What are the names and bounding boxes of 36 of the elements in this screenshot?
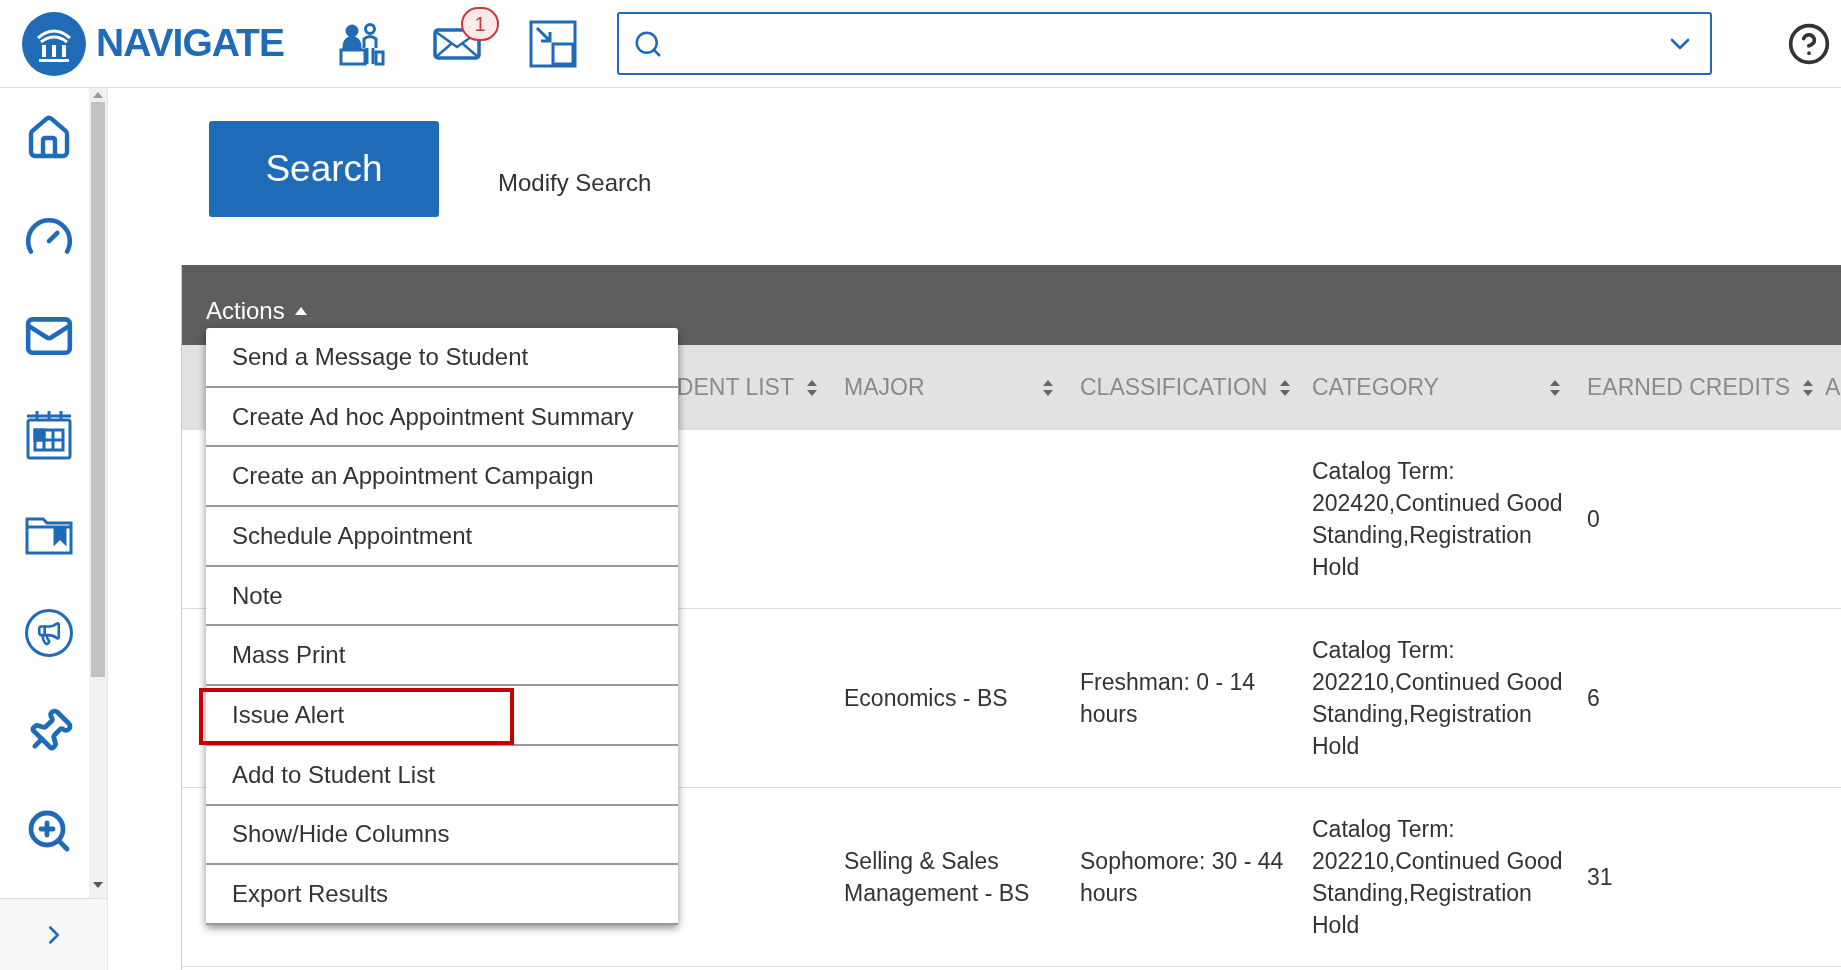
menu-item[interactable]: Note <box>206 566 678 627</box>
minimize-window-icon[interactable] <box>528 19 577 68</box>
menu-item[interactable]: Export Results <box>206 865 678 925</box>
sort-icon[interactable] <box>1549 378 1561 397</box>
modify-search-link[interactable]: Modify Search <box>498 164 652 201</box>
caret-icon <box>294 307 307 315</box>
table-cell: 0 <box>1587 506 1600 532</box>
scroll-down-icon[interactable] <box>93 882 103 888</box>
menu-item[interactable]: Show/Hide Columns <box>206 805 678 866</box>
table-cell: Selling & Sales Management - BS <box>844 848 1030 906</box>
menu-item[interactable]: Issue Alert <box>206 686 678 746</box>
sort-icon[interactable] <box>1042 378 1054 397</box>
advisor-student-icon[interactable] <box>338 21 385 66</box>
menu-item[interactable]: Mass Print <box>206 626 678 687</box>
table-cell: 31 <box>1587 864 1613 890</box>
app-logo-text: NAVIGATE <box>96 20 284 67</box>
search-field[interactable] <box>616 12 1712 75</box>
menu-item[interactable]: Add to Student List <box>206 745 678 806</box>
logo-icon <box>22 11 86 76</box>
help-icon[interactable] <box>1787 21 1831 66</box>
search-button[interactable]: Search <box>209 120 439 217</box>
scrollbar[interactable] <box>89 88 107 898</box>
table-cell: Economics - BS <box>844 685 1008 711</box>
menu-item[interactable]: Schedule Appointment <box>206 507 678 567</box>
actions-menu-button[interactable]: Actions <box>206 293 307 329</box>
table-cell: Catalog Term: 202210,Continued Good Standing,Registration Hold <box>1312 637 1563 759</box>
sort-icon[interactable] <box>806 378 818 397</box>
table-cell: Catalog Term: 202210,Continued Good Standing,Registration Hold <box>1312 816 1563 938</box>
menu-item[interactable]: Create an Appointment Campaign <box>206 447 678 508</box>
table-cell: Sophomore: 30 - 44 hours <box>1080 848 1284 906</box>
table-cell: Catalog Term: 202420,Continued Good Standing,Registration Hold <box>1312 458 1563 580</box>
notification-badge: 1 <box>460 6 499 41</box>
table-cell: 6 <box>1587 685 1600 711</box>
sort-icon[interactable] <box>1802 378 1813 397</box>
table-cell: Freshman: 0 - 14 hours <box>1080 669 1256 727</box>
sort-icon[interactable] <box>1279 378 1292 397</box>
